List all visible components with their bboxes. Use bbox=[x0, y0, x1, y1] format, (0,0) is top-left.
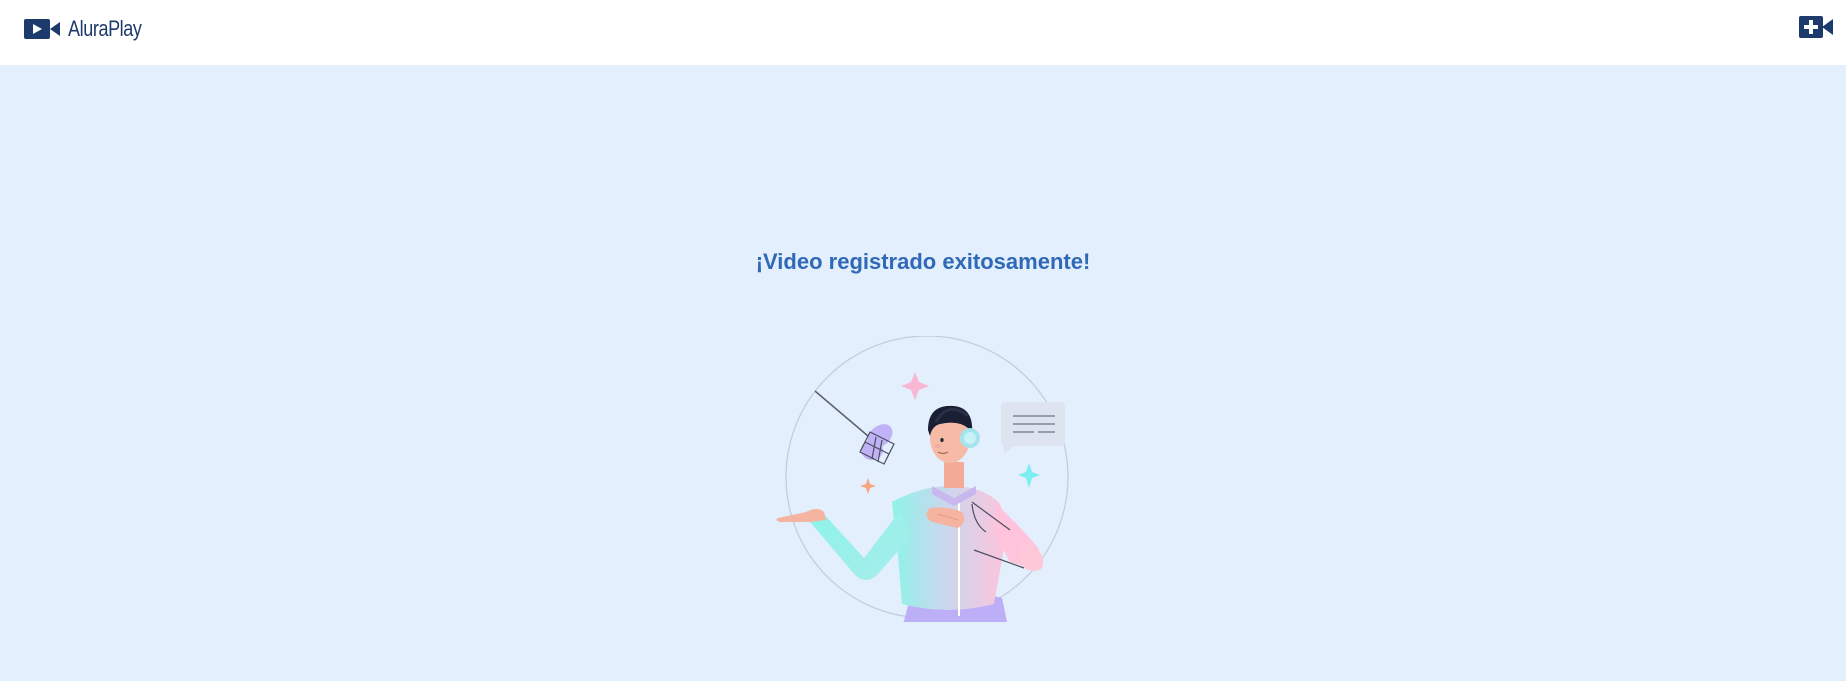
add-video-icon[interactable] bbox=[1799, 15, 1833, 39]
aluraplay-logo[interactable]: AluraPlay bbox=[24, 16, 158, 42]
top-navbar: AluraPlay bbox=[0, 0, 1846, 66]
video-camera-icon bbox=[24, 19, 60, 39]
success-message: ¡Video registrado exitosamente! bbox=[755, 249, 1091, 274]
main-content: ¡Video registrado exitosamente! bbox=[0, 66, 1846, 682]
logo-text: AluraPlay bbox=[68, 16, 142, 41]
success-illustration bbox=[776, 336, 1069, 622]
